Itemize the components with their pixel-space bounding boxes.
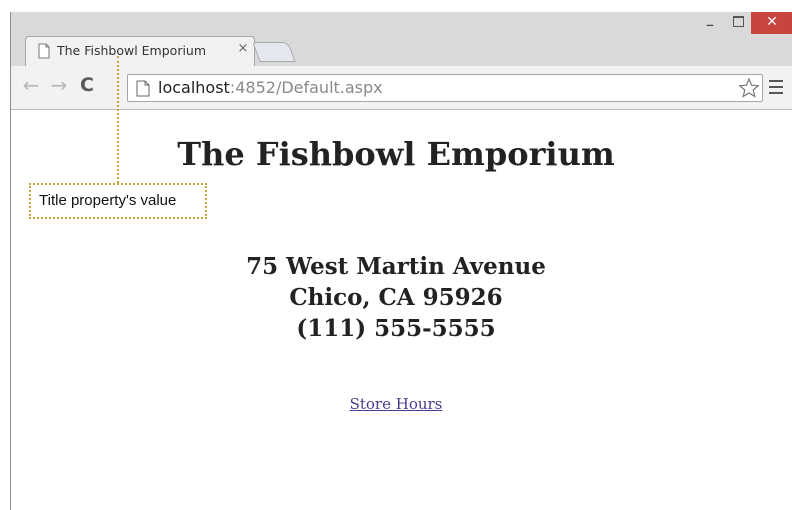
tab-title: The Fishbowl Emporium bbox=[57, 43, 207, 58]
back-arrow-icon[interactable]: ← bbox=[19, 74, 43, 98]
url-text: localhost:4852/Default.aspx bbox=[158, 78, 383, 97]
store-hours-container: Store Hours bbox=[0, 395, 792, 413]
store-hours-link[interactable]: Store Hours bbox=[350, 395, 443, 413]
maximize-icon bbox=[733, 16, 744, 27]
tab-close-icon[interactable]: × bbox=[236, 41, 250, 57]
browser-toolbar: ← → C localhost:4852/Default.aspx bbox=[11, 66, 792, 110]
callout-connector bbox=[117, 56, 119, 183]
address-bar[interactable]: localhost:4852/Default.aspx bbox=[127, 74, 763, 102]
address-street: 75 West Martin Avenue bbox=[246, 253, 546, 280]
url-path: :4852/Default.aspx bbox=[229, 78, 383, 97]
address-phone: (111) 555-5555 bbox=[296, 315, 496, 342]
store-address: 75 West Martin Avenue Chico, CA 95926 (1… bbox=[0, 251, 792, 344]
minimize-button[interactable]: _ bbox=[697, 12, 723, 32]
browser-tab[interactable]: The Fishbowl Emporium × bbox=[25, 36, 255, 66]
page-icon bbox=[38, 43, 50, 59]
address-city: Chico, CA 95926 bbox=[289, 284, 503, 311]
forward-arrow-icon[interactable]: → bbox=[47, 74, 71, 98]
menu-icon[interactable] bbox=[769, 80, 785, 96]
close-window-button[interactable]: ✕ bbox=[751, 12, 792, 34]
maximize-button[interactable] bbox=[725, 12, 751, 32]
reload-icon[interactable]: C bbox=[75, 74, 99, 98]
bookmark-star-icon[interactable] bbox=[738, 77, 760, 99]
page-icon bbox=[136, 80, 150, 97]
new-tab-button[interactable] bbox=[252, 42, 296, 62]
title-bar: The Fishbowl Emporium × _ ✕ bbox=[11, 12, 792, 66]
callout-label: Title property's value bbox=[29, 183, 207, 219]
url-host: localhost bbox=[158, 78, 230, 97]
